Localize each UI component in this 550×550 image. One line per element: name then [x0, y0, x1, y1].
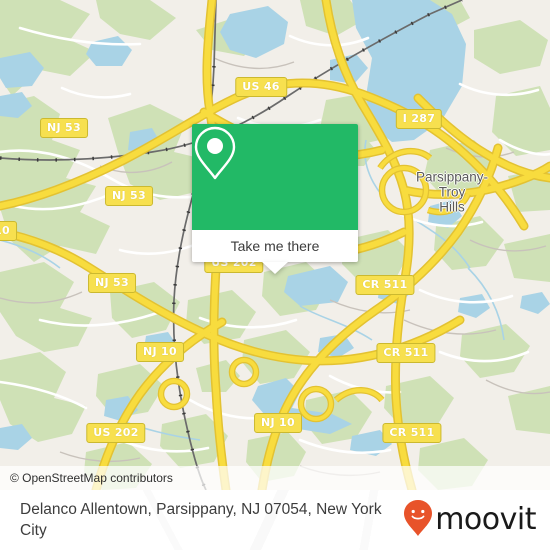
footer-bar: Delanco Allentown, Parsippany, NJ 07054,…: [0, 490, 550, 550]
road-shield-us-46: US 46: [235, 77, 287, 97]
road-shield-nj-10-edge: 10: [0, 221, 17, 241]
road-shield-cr-511: CR 511: [355, 275, 415, 295]
address-text: Delanco Allentown, Parsippany, NJ 07054,…: [20, 501, 382, 539]
moovit-logo[interactable]: moovit: [403, 499, 536, 542]
road-shield-nj-10: NJ 10: [254, 413, 302, 433]
road-shield-i-287: I 287: [395, 109, 443, 129]
road-shield-nj-10: NJ 10: [136, 342, 184, 362]
place-label-parsippany-troy-hills: Parsippany-Troy Hills: [415, 169, 489, 215]
popup-tail: [262, 262, 288, 274]
road-shield-us-202: US 202: [86, 423, 146, 443]
osm-attribution[interactable]: © OpenStreetMap contributors: [0, 466, 550, 490]
road-shield-nj-53: NJ 53: [40, 118, 88, 138]
map-canvas[interactable]: Parsippany-Troy Hills US 46 I 287 NJ 53 …: [0, 0, 550, 490]
moovit-pin-icon: [403, 499, 433, 542]
moovit-wordmark: moovit: [435, 502, 536, 537]
location-popup-card[interactable]: Take me there: [192, 124, 358, 274]
road-shield-nj-53: NJ 53: [105, 186, 153, 206]
popup-header: [192, 124, 358, 230]
take-me-there-label: Take me there: [230, 238, 320, 254]
take-me-there-button[interactable]: Take me there: [192, 230, 358, 274]
map-share-screen: Parsippany-Troy Hills US 46 I 287 NJ 53 …: [0, 0, 550, 550]
road-shield-nj-53: NJ 53: [88, 273, 136, 293]
road-shield-cr-511: CR 511: [382, 423, 442, 443]
road-shield-cr-511: CR 511: [376, 343, 436, 363]
